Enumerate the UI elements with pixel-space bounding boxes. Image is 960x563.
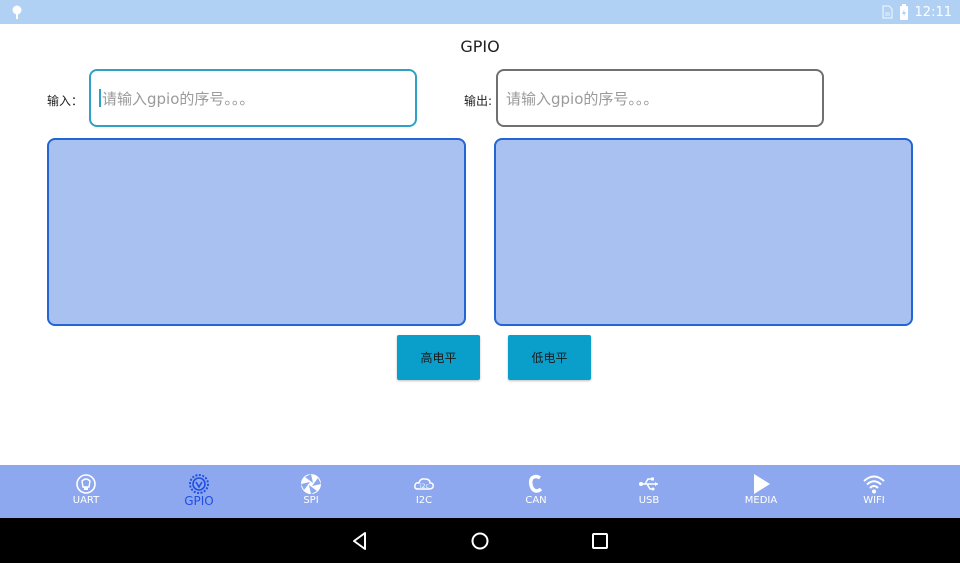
- i2c-icon: i2c: [414, 478, 434, 490]
- text-cursor: [99, 89, 101, 107]
- output-label: 输出:: [464, 94, 493, 108]
- high-level-button[interactable]: 高电平: [397, 335, 480, 380]
- notification-pin-icon: [12, 5, 22, 19]
- spi-icon: [301, 474, 321, 494]
- input-gpio-field[interactable]: 请输入gpio的序号。。。: [89, 69, 417, 127]
- tab-media-label: MEDIA: [744, 495, 778, 506]
- tab-media[interactable]: MEDIA: [705, 465, 817, 518]
- back-icon[interactable]: [349, 530, 371, 552]
- output-gpio-placeholder: 请输入gpio的序号。。。: [506, 89, 659, 108]
- tab-gpio[interactable]: GPIO: [143, 465, 255, 518]
- low-level-button[interactable]: 低电平: [508, 335, 591, 380]
- recents-icon[interactable]: [589, 530, 611, 552]
- tab-gpio-label: GPIO: [184, 494, 214, 508]
- usb-icon: [639, 477, 658, 491]
- tab-spi[interactable]: SPI: [255, 465, 367, 518]
- home-icon[interactable]: [469, 530, 491, 552]
- uart-icon: [76, 474, 96, 494]
- wifi-icon: [863, 475, 885, 494]
- can-icon: [528, 474, 543, 493]
- tab-i2c-label: I2C: [415, 495, 433, 506]
- svg-text:i2c: i2c: [420, 483, 429, 490]
- tab-wifi-label: WIFI: [863, 495, 885, 506]
- status-bar: 12:11: [0, 0, 960, 24]
- tab-uart-label: UART: [72, 495, 100, 506]
- sim-icon: [881, 5, 893, 19]
- tab-spi-label: SPI: [303, 495, 319, 506]
- tab-uart[interactable]: UART: [30, 465, 142, 518]
- input-result-pane: [47, 138, 466, 326]
- input-gpio-placeholder: 请输入gpio的序号。。。: [102, 89, 255, 108]
- gpio-icon: [189, 474, 209, 494]
- tab-i2c[interactable]: i2c I2C: [368, 465, 480, 518]
- output-gpio-field[interactable]: 请输入gpio的序号。。。: [496, 69, 824, 127]
- bottom-tab-bar: UART GPIO SPI i2c I2C CAN USB MEDIA WIFI: [0, 465, 960, 518]
- system-nav-bar: [0, 518, 960, 563]
- battery-icon: [899, 4, 908, 20]
- tab-can-label: CAN: [525, 495, 547, 506]
- tab-usb-label: USB: [638, 495, 660, 506]
- output-result-pane: [494, 138, 913, 326]
- play-icon: [754, 474, 770, 494]
- tab-usb[interactable]: USB: [593, 465, 705, 518]
- input-label: 输入：: [47, 94, 84, 108]
- tab-wifi[interactable]: WIFI: [818, 465, 930, 518]
- status-time: 12:11: [914, 4, 952, 20]
- tab-can[interactable]: CAN: [480, 465, 592, 518]
- status-icons: 12:11: [881, 3, 952, 21]
- page-title: GPIO: [460, 37, 500, 56]
